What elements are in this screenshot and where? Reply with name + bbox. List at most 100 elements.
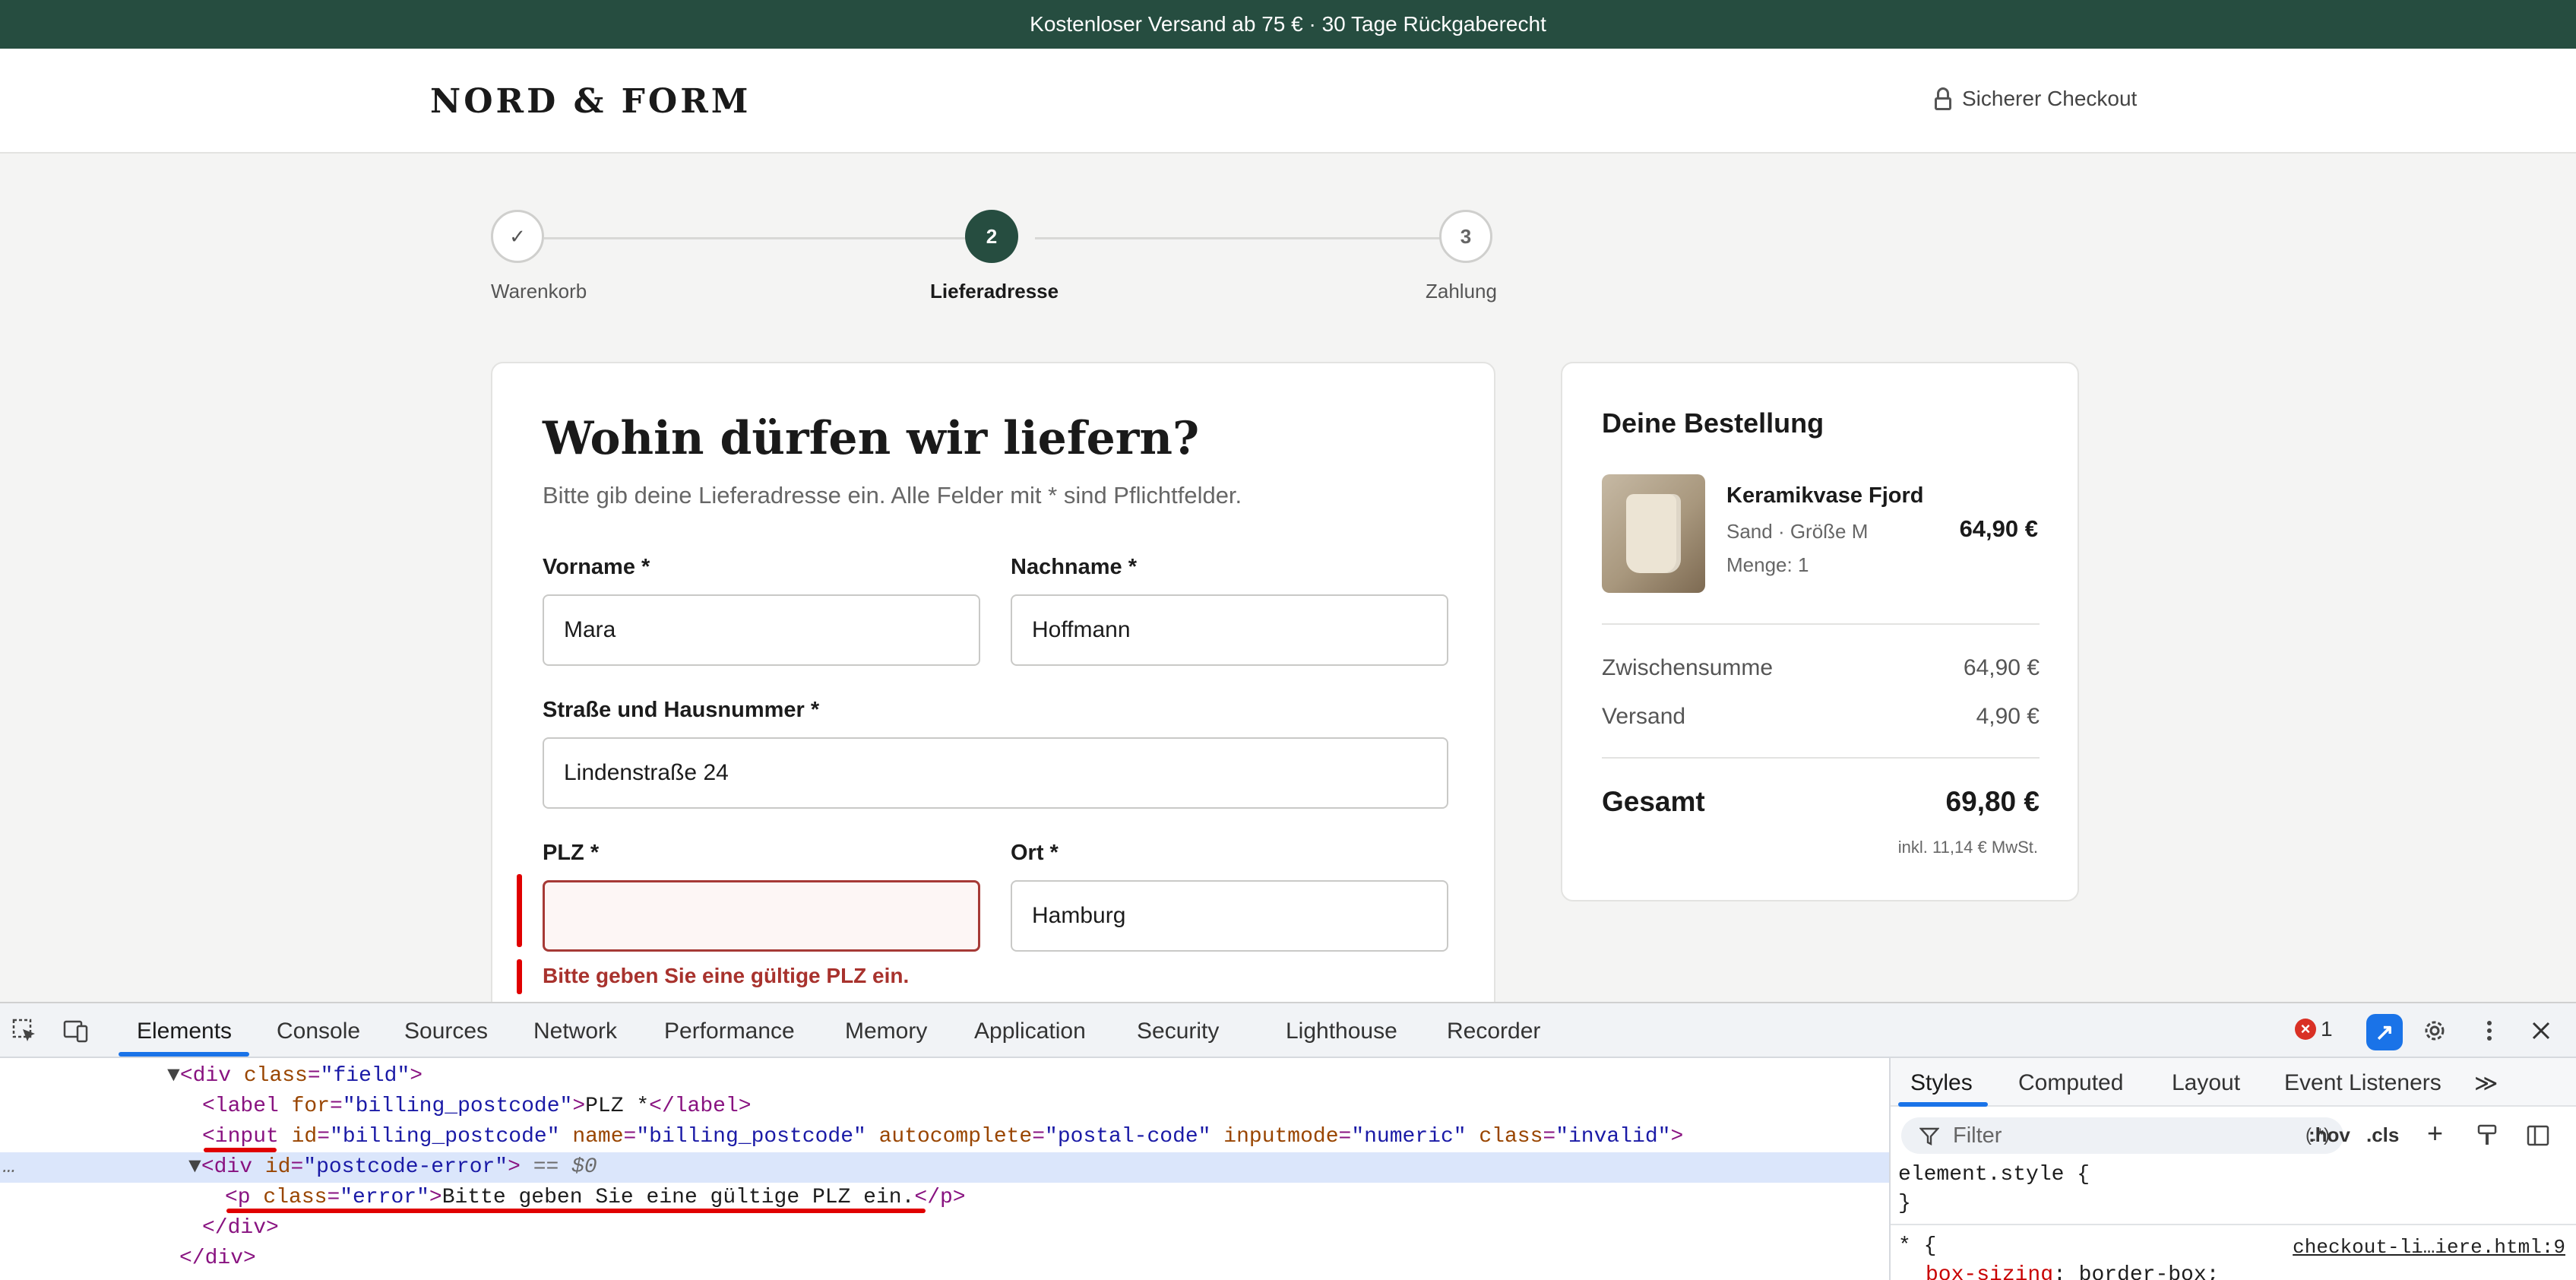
- order-title: Deine Bestellung: [1602, 407, 1824, 439]
- css-declaration-box-sizing[interactable]: box-sizing: border-box;: [1926, 1263, 2219, 1280]
- summary-divider: [1602, 623, 2040, 625]
- devtools-tab-security[interactable]: Security: [1137, 1019, 1219, 1044]
- dom-node-close-div[interactable]: </div>: [202, 1213, 2091, 1244]
- subtotal-label: Zwischensumme: [1602, 655, 1774, 680]
- promo-bar: Kostenloser Versand ab 75 € · 30 Tage Rü…: [0, 0, 2576, 49]
- class-toggle[interactable]: .cls: [2366, 1123, 2399, 1147]
- product-name: Keramikvase Fjord: [1726, 483, 1924, 508]
- step-1-marker[interactable]: ✓: [491, 210, 544, 263]
- paint-brush-icon[interactable]: [2476, 1123, 2500, 1148]
- error-counter[interactable]: × 1: [2295, 1017, 2333, 1041]
- checkout-stepper: ✓ Warenkorb 2 Lieferadresse 3 Zahlung: [491, 210, 1497, 309]
- styles-subtabs: Styles Computed Layout Event Listeners ≫: [1891, 1058, 2576, 1107]
- sidebar-toggle-icon[interactable]: [2526, 1123, 2550, 1148]
- step-2-label: Lieferadresse: [930, 280, 1059, 303]
- rule-divider: [1891, 1224, 2576, 1225]
- dom-node-label[interactable]: <label for="billing_postcode">PLZ *</lab…: [202, 1091, 2091, 1122]
- css-rule-universal[interactable]: * {: [1898, 1234, 1936, 1258]
- subtab-computed[interactable]: Computed: [2018, 1070, 2123, 1096]
- more-tabs-chevron-icon[interactable]: ≫: [2474, 1070, 2498, 1097]
- product-price: 64,90 €: [1959, 515, 2038, 542]
- order-summary-card: Deine Bestellung Keramikvase Fjord Sand …: [1561, 362, 2079, 901]
- step-3-label: Zahlung: [1426, 280, 1497, 303]
- postcode-error-text: Bitte geben Sie eine gültige PLZ ein.: [543, 964, 910, 987]
- close-devtools-icon[interactable]: [2527, 1017, 2555, 1044]
- step-connector: [544, 237, 977, 239]
- devtools-tab-network[interactable]: Network: [533, 1019, 617, 1044]
- hover-state-toggle[interactable]: :hov: [2309, 1123, 2350, 1147]
- city-input[interactable]: [1011, 880, 1448, 952]
- firstname-input[interactable]: [543, 594, 980, 666]
- product-thumbnail: [1602, 474, 1705, 593]
- elements-dom-tree: ▼<div class="field"> <label for="billing…: [0, 1058, 1889, 1280]
- filter-placeholder: Filter: [1953, 1123, 2002, 1148]
- devtools-tab-recorder[interactable]: Recorder: [1447, 1019, 1540, 1044]
- form-title: Wohin dürfen wir liefern?: [543, 412, 1200, 465]
- devtools-panel: Elements Console Sources Network Perform…: [0, 1002, 2576, 1280]
- devtools-tab-elements[interactable]: Elements: [137, 1019, 232, 1044]
- step-2-marker: 2: [965, 210, 1018, 263]
- add-rule-icon[interactable]: +: [2427, 1117, 2443, 1149]
- css-rule-element-style[interactable]: element.style {: [1898, 1163, 2090, 1187]
- active-tab-indicator: [119, 1052, 249, 1057]
- postcode-input[interactable]: [543, 880, 980, 952]
- total-label: Gesamt: [1602, 786, 1705, 817]
- product-quantity: Menge: 1: [1726, 553, 1809, 576]
- total-row: Gesamt 69,80 €: [1602, 786, 2040, 818]
- devtools-tab-performance[interactable]: Performance: [664, 1019, 795, 1044]
- devtools-tab-application[interactable]: Application: [974, 1019, 1086, 1044]
- subtotal-row: Zwischensumme 64,90 €: [1602, 655, 2040, 681]
- shipping-row: Versand 4,90 €: [1602, 704, 2040, 730]
- dom-node-close-div[interactable]: </div>: [179, 1244, 2068, 1274]
- lock-icon: [1935, 87, 1951, 110]
- step-1-label[interactable]: Warenkorb: [491, 280, 587, 303]
- street-label: Straße und Hausnummer *: [543, 698, 820, 722]
- address-form-card: Wohin dürfen wir liefern? Bitte gib dein…: [491, 362, 1495, 1046]
- summary-divider: [1602, 757, 2040, 759]
- ai-assistance-icon[interactable]: ↗: [2366, 1014, 2403, 1050]
- dom-node-postcode-error-selected[interactable]: … ▼<div id="postcode-error"> == $0: [0, 1152, 1889, 1183]
- filter-icon: [1919, 1127, 1939, 1145]
- street-input[interactable]: [543, 737, 1448, 809]
- step-3-marker: 3: [1439, 210, 1492, 263]
- devtools-tab-sources[interactable]: Sources: [404, 1019, 488, 1044]
- error-icon: ×: [2295, 1019, 2316, 1040]
- site-header: NORD & FORM Sicherer Checkout: [0, 49, 2576, 154]
- devtools-tab-console[interactable]: Console: [277, 1019, 360, 1044]
- inspect-element-icon[interactable]: [11, 1017, 38, 1044]
- vase-image: [1626, 494, 1681, 573]
- step-connector: [1035, 237, 1442, 239]
- devtools-tab-lighthouse[interactable]: Lighthouse: [1286, 1019, 1397, 1044]
- devtools-tab-memory[interactable]: Memory: [845, 1019, 927, 1044]
- total-value: 69,80 €: [1945, 786, 2040, 817]
- css-rule-close: }: [1898, 1192, 1911, 1215]
- device-toolbar-icon[interactable]: [62, 1017, 90, 1044]
- lastname-input[interactable]: [1011, 594, 1448, 666]
- subtab-event-listeners[interactable]: Event Listeners: [2284, 1070, 2442, 1096]
- secure-checkout-badge: Sicherer Checkout: [1935, 87, 2137, 111]
- dom-node-div-field[interactable]: ▼<div class="field">: [167, 1061, 2056, 1091]
- annotation-underline: [204, 1148, 277, 1152]
- promo-text: Kostenloser Versand ab 75 € · 30 Tage Rü…: [1030, 12, 1546, 36]
- more-options-icon[interactable]: [2476, 1017, 2503, 1044]
- lastname-label: Nachname *: [1011, 555, 1138, 579]
- dom-node-input[interactable]: <input id="billing_postcode" name="billi…: [202, 1122, 2091, 1152]
- annotation-marker: [517, 874, 522, 947]
- css-source-link[interactable]: checkout-li…iere.html:9: [2293, 1236, 2565, 1259]
- vat-note: inkl. 11,14 € MwSt.: [1897, 838, 2038, 857]
- shipping-value: 4,90 €: [1976, 704, 2040, 729]
- firstname-label: Vorname *: [543, 555, 650, 579]
- subtab-styles[interactable]: Styles: [1910, 1070, 1973, 1096]
- styles-filter-input[interactable]: Filter (.*): [1901, 1117, 2343, 1154]
- form-subtitle: Bitte gib deine Lieferadresse ein. Alle …: [543, 482, 1242, 509]
- subtab-layout[interactable]: Layout: [2172, 1070, 2240, 1096]
- product-variant: Sand · Größe M: [1726, 520, 1869, 543]
- postcode-label: PLZ *: [543, 841, 600, 865]
- error-count: 1: [2321, 1017, 2333, 1041]
- shipping-label: Versand: [1602, 704, 1686, 729]
- city-label: Ort *: [1011, 841, 1059, 865]
- annotation-marker: [517, 959, 522, 994]
- logo[interactable]: NORD & FORM: [430, 82, 751, 121]
- settings-gear-icon[interactable]: [2421, 1017, 2448, 1044]
- devtools-toolbar: Elements Console Sources Network Perform…: [0, 1003, 2576, 1058]
